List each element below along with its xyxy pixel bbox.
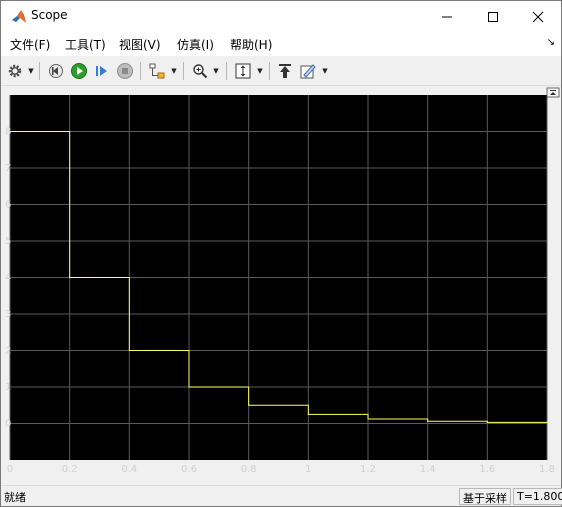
y-tick-label: 4 [5,273,11,284]
step-forward-icon [96,66,107,76]
data-point [546,421,548,423]
configuration-dropdown[interactable]: ▼ [27,60,35,82]
plot-area: 0 1 2 3 4 5 6 7 8 0 0.2 0.4 0.6 0.8 1 1.2 1.4 1.6 1.8 [1,87,561,484]
data-point [307,413,309,415]
data-point [486,421,488,423]
toolbar: ▼ ▼ ▼ ▼ ▼ [1,57,561,86]
highlight-block-icon [279,64,291,78]
menu-bar: 文件(F) 工具(T) 视图(V) 仿真(I) 帮助(H) ↘ [1,32,561,56]
window-title: Scope [31,8,68,22]
dock-arrow-icon[interactable]: ↘ [547,37,555,48]
x-tick-label: 0.6 [181,464,197,475]
menu-help[interactable]: 帮助(H) [230,36,272,53]
configuration-button[interactable] [5,60,25,82]
toolbar-separator [183,62,184,80]
stop-button[interactable] [115,60,135,82]
x-tick-label: 0.8 [241,464,257,475]
style-dropdown[interactable]: ▼ [321,60,329,82]
x-tick-label: 1.4 [420,464,436,475]
signal-select-icon [149,63,165,79]
toolbar-separator [226,62,227,80]
toolbar-separator [269,62,270,80]
y-tick-label: 0 [5,419,11,430]
sample-mode-indicator: 基于采样 [459,488,511,505]
scope-window: Scope 文件(F) 工具(T) 视图(V) 仿真(I) 帮助(H) ↘ ▼ [0,0,562,507]
zoom-icon [193,64,208,79]
x-tick-label: 1.6 [479,464,495,475]
time-indicator: T=1.800 [513,488,562,505]
undock-button[interactable] [546,87,560,98]
data-point [69,276,71,279]
signal-select-button[interactable] [147,60,167,82]
status-bar: 就绪 基于采样 T=1.800 [1,485,562,506]
data-point [188,386,190,388]
y-tick-label: 2 [5,346,11,357]
y-tick-label: 6 [5,200,11,211]
step-back-button[interactable] [46,60,66,82]
autoscale-dropdown[interactable]: ▼ [256,60,264,82]
data-point [128,349,130,352]
zoom-button[interactable] [190,60,210,82]
y-tick-label: 3 [5,309,11,320]
maximize-button[interactable] [470,1,516,32]
stop-icon [117,63,133,79]
x-tick-label: 0 [7,464,13,475]
y-tick-label: 8 [5,127,11,138]
scope-chart[interactable]: 0 1 2 3 4 5 6 7 8 0 0.2 0.4 0.6 0.8 1 1.2 1.4 1.6 1.8 [1,87,561,484]
y-tick-label: 1 [5,382,11,393]
run-button[interactable] [69,60,89,82]
menu-tools[interactable]: 工具(T) [65,36,106,53]
maximize-icon [488,11,498,22]
autoscale-button[interactable] [233,60,253,82]
close-button[interactable] [515,1,561,32]
y-tick-label: 7 [5,163,11,174]
y-tick-labels: 0 1 2 3 4 5 6 7 8 [5,127,11,430]
x-tick-labels: 0 0.2 0.4 0.6 0.8 1 1.2 1.4 1.6 1.8 [7,464,555,475]
x-tick-label: 1.8 [539,464,555,475]
x-tick-label: 1.2 [360,464,376,475]
minimize-button[interactable] [424,1,470,32]
close-icon [532,11,544,22]
data-point [367,418,369,420]
menu-file[interactable]: 文件(F) [10,36,50,53]
toolbar-separator [140,62,141,80]
step-forward-button[interactable] [92,60,112,82]
zoom-dropdown[interactable]: ▼ [212,60,220,82]
y-tick-label: 5 [5,236,11,247]
run-icon [71,63,87,79]
matlab-logo-icon [12,10,26,23]
title-bar[interactable]: Scope [1,1,561,32]
toolbar-separator [39,62,40,80]
style-icon [300,64,316,79]
data-point [248,404,250,406]
x-tick-label: 0.4 [121,464,137,475]
gear-icon [8,64,22,78]
x-tick-label: 1 [305,464,311,475]
menu-view[interactable]: 视图(V) [119,36,161,53]
signal-select-dropdown[interactable]: ▼ [170,60,178,82]
data-point [427,420,429,422]
autoscale-icon [235,63,251,79]
status-text: 就绪 [4,491,26,504]
highlight-block-button[interactable] [275,60,295,82]
menu-simulation[interactable]: 仿真(I) [177,36,214,53]
minimize-icon [442,16,452,17]
x-tick-label: 0.2 [62,464,78,475]
step-back-icon [49,64,63,78]
style-button[interactable] [298,60,318,82]
